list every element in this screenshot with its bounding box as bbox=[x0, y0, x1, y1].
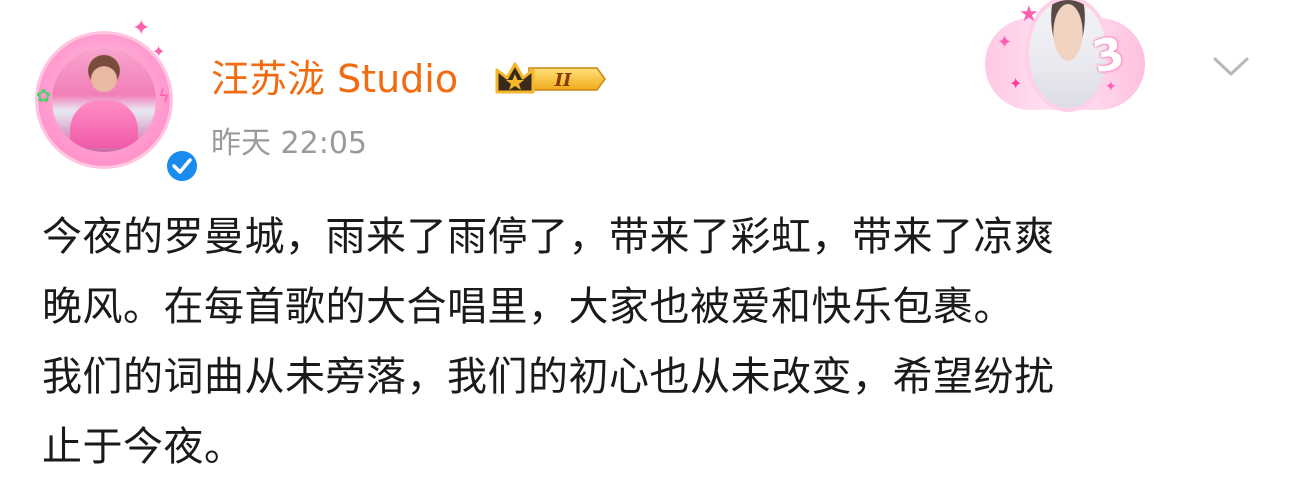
chevron-down-icon[interactable] bbox=[1212, 56, 1250, 78]
star-icon: ✦ bbox=[152, 42, 166, 61]
star-icon: ✦ bbox=[997, 32, 1013, 53]
crown-vip-badge-icon[interactable]: II bbox=[493, 58, 607, 100]
sparkle-icon: ✿ bbox=[36, 86, 52, 107]
lightning-icon: ϟ bbox=[158, 86, 170, 107]
post-timestamp: 昨天 22:05 bbox=[211, 126, 367, 161]
fan-card-decoration[interactable]: ★ ✦ ✦ ✦ 3 bbox=[985, 0, 1150, 115]
weibo-post: ✦ ✦ ✿ ϟ 汪苏泷 Studio II 昨天 22:05 ★ ✦ ✦ ✦ 3… bbox=[0, 0, 1290, 487]
author-name[interactable]: 汪苏泷 Studio bbox=[211, 55, 458, 103]
avatar[interactable]: ✦ ✦ ✿ ϟ bbox=[34, 16, 200, 184]
post-text-line: 我们的词曲从未旁落，我们的初心也从未改变，希望纷扰 bbox=[42, 354, 1055, 400]
verified-check-icon bbox=[164, 148, 200, 184]
post-text-line: 晚风。在每首歌的大合唱里，大家也被爱和快乐包裹。 bbox=[42, 284, 1014, 330]
star-icon: ✦ bbox=[132, 16, 151, 41]
post-content: 今夜的罗曼城，雨来了雨停了，带来了彩虹，带来了凉爽 晚风。在每首歌的大合唱里，大… bbox=[42, 202, 1252, 482]
avatar-photo bbox=[52, 48, 156, 152]
post-text-line: 止于今夜。 bbox=[42, 424, 245, 470]
post-text-line: 今夜的罗曼城，雨来了雨停了，带来了彩虹，带来了凉爽 bbox=[42, 214, 1055, 260]
star-icon: ✦ bbox=[1009, 74, 1023, 93]
vip-level: II bbox=[554, 70, 572, 91]
star-icon: ★ bbox=[1019, 2, 1039, 27]
star-icon: ✦ bbox=[1105, 79, 1117, 95]
